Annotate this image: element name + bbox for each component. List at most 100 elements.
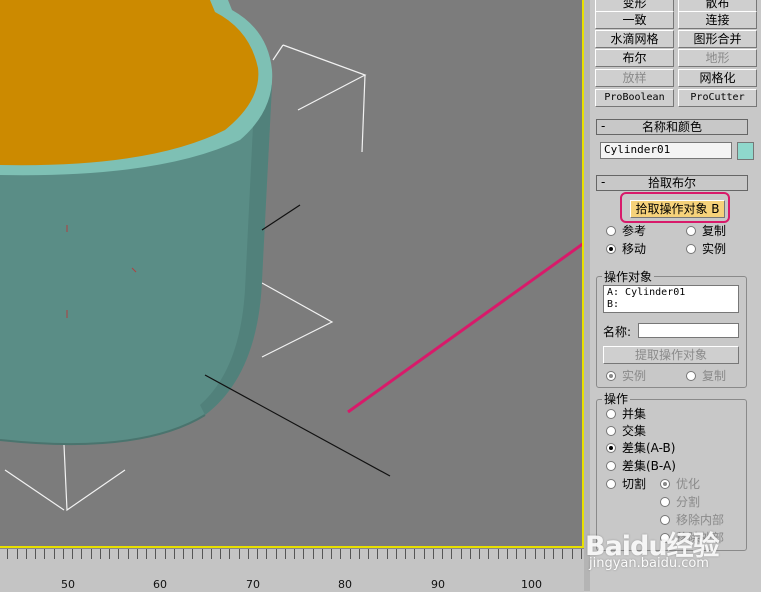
- ruler-tick: [488, 549, 489, 559]
- pointer-arrow: [347, 242, 582, 414]
- ruler-tick: [118, 549, 119, 559]
- ruler-tick: [303, 549, 304, 559]
- radio-extract-instance[interactable]: 实例: [606, 368, 646, 384]
- radio-dot: [606, 425, 616, 436]
- command-panel: 变形 散布 一致 连接 水滴网格 图形合并 布尔 地形 放样 网格化 ProBoolean ProCu…: [590, 0, 761, 591]
- object-name-field[interactable]: Cylinder01: [600, 142, 732, 159]
- ruler-label: 60: [153, 578, 167, 591]
- ruler-tick: [414, 549, 415, 559]
- compound-button[interactable]: 地形: [678, 49, 757, 67]
- ruler-tick: [562, 549, 563, 559]
- radio-dot: [686, 370, 696, 381]
- watermark: Baidu经验 jingyan.baidu.com: [585, 522, 761, 591]
- ruler-tick: [91, 549, 92, 559]
- ruler-tick: [26, 549, 27, 559]
- radio-dot: [686, 225, 696, 236]
- operand-b[interactable]: B:: [607, 299, 735, 311]
- ruler-label: 80: [338, 578, 352, 591]
- radio-intersection[interactable]: 交集: [606, 423, 646, 439]
- ruler-tick: [516, 549, 517, 559]
- ruler-tick: [451, 549, 452, 559]
- radio-label: 并集: [622, 407, 647, 421]
- compound-button[interactable]: ProBoolean: [595, 89, 674, 107]
- ruler-tick: [54, 549, 55, 559]
- ruler-tick: [350, 549, 351, 559]
- ruler-tick: [7, 549, 8, 559]
- radio-label: 复制: [702, 369, 727, 383]
- radio-label: 交集: [622, 424, 647, 438]
- ruler-tick: [63, 549, 64, 559]
- ruler-tick: [44, 549, 45, 559]
- radio-dot: [686, 243, 696, 254]
- ruler-tick: [553, 549, 554, 559]
- radio-subtraction-a-b[interactable]: 差集(A-B): [606, 440, 675, 456]
- radio-reference[interactable]: 参考: [606, 223, 646, 239]
- radio-union[interactable]: 并集: [606, 406, 646, 422]
- radio-dot: [606, 478, 616, 489]
- ruler-tick: [340, 549, 341, 559]
- black-axis-line: [204, 374, 391, 477]
- radio-dot: [606, 408, 616, 419]
- radio-cut[interactable]: 切割: [606, 476, 646, 492]
- ruler-tick: [109, 549, 110, 559]
- ruler-tick: [294, 549, 295, 559]
- radio-label: 分割: [676, 495, 701, 509]
- ruler-tick: [359, 549, 360, 559]
- operands-list[interactable]: A: Cylinder01 B:: [603, 285, 739, 313]
- radio-cut-split[interactable]: 分割: [660, 494, 700, 510]
- compound-button[interactable]: 一致: [595, 11, 674, 29]
- radio-move[interactable]: 移动: [606, 241, 646, 257]
- ruler-tick: [100, 549, 101, 559]
- ruler-tick: [72, 549, 73, 559]
- ruler-tick: [202, 549, 203, 559]
- ruler-tick: [396, 549, 397, 559]
- radio-subtraction-b-a[interactable]: 差集(B-A): [606, 458, 676, 474]
- rollout-name-color-header[interactable]: - 名称和颜色: [596, 119, 748, 135]
- radio-dot: [660, 496, 670, 507]
- ruler-tick: [581, 549, 582, 559]
- ruler-tick: [146, 549, 147, 559]
- radio-cut-refine[interactable]: 优化: [660, 476, 700, 492]
- ruler-label: 100: [521, 578, 542, 591]
- radio-label: 复制: [702, 224, 727, 238]
- operation-group-label: 操作: [602, 390, 631, 407]
- radio-copy[interactable]: 复制: [686, 223, 726, 239]
- ruler-tick: [128, 549, 129, 559]
- ruler-tick: [192, 549, 193, 559]
- radio-instance[interactable]: 实例: [686, 241, 726, 257]
- operand-a[interactable]: A: Cylinder01: [607, 287, 735, 299]
- compound-button[interactable]: 网格化: [678, 69, 757, 87]
- ruler-tick: [479, 549, 480, 559]
- ruler-tick: [35, 549, 36, 559]
- compound-button[interactable]: 水滴网格: [595, 30, 674, 48]
- compound-button[interactable]: 放样: [595, 69, 674, 87]
- timeline-ruler[interactable]: 50 60 70 80 90 100: [0, 548, 584, 592]
- ruler-tick: [387, 549, 388, 559]
- compound-button[interactable]: 连接: [678, 11, 757, 29]
- object-color-swatch[interactable]: [737, 142, 754, 160]
- extract-operand-button[interactable]: 提取操作对象: [603, 346, 739, 364]
- ruler-label: 50: [61, 578, 75, 591]
- ruler-tick: [442, 549, 443, 559]
- operand-name-label: 名称:: [603, 325, 632, 339]
- ruler-tick: [17, 549, 18, 559]
- radio-dot: [606, 225, 616, 236]
- ruler-tick: [285, 549, 286, 559]
- compound-button[interactable]: ProCutter: [678, 89, 757, 107]
- operand-name-field[interactable]: [638, 323, 739, 338]
- compound-button[interactable]: 图形合并: [678, 30, 757, 48]
- pick-operand-b-button[interactable]: 拾取操作对象 B: [630, 200, 725, 218]
- rollout-pick-boolean-header[interactable]: - 拾取布尔: [596, 175, 748, 191]
- viewport-scene: [0, 0, 582, 512]
- radio-extract-copy[interactable]: 复制: [686, 368, 726, 384]
- ruler-label: 90: [431, 578, 445, 591]
- ruler-tick: [535, 549, 536, 559]
- perspective-viewport[interactable]: [0, 0, 584, 548]
- ruler-tick: [239, 549, 240, 559]
- ruler-tick: [461, 549, 462, 559]
- ruler-tick: [313, 549, 314, 559]
- compound-button[interactable]: 布尔: [595, 49, 674, 67]
- ruler-tick: [211, 549, 212, 559]
- radio-label: 实例: [622, 369, 647, 383]
- radio-dot: [606, 460, 616, 471]
